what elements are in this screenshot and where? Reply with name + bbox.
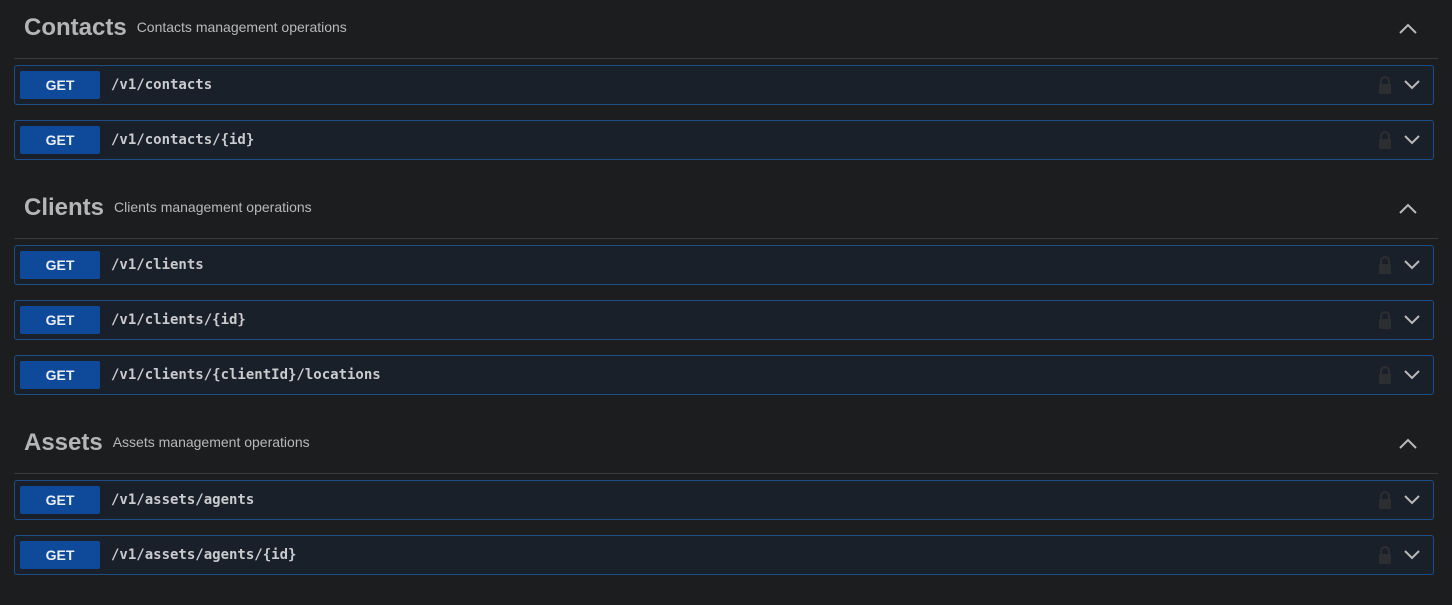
api-docs-page: Contacts Contacts management operations G…: [0, 0, 1452, 605]
section-description: Clients management operations: [114, 199, 312, 215]
section-contacts: Contacts Contacts management operations G…: [0, 0, 1452, 165]
method-badge: GET: [20, 361, 100, 389]
section-description: Contacts management operations: [136, 19, 347, 35]
chevron-up-icon[interactable]: [1398, 22, 1418, 36]
operation-get-contact-by-id[interactable]: GET /v1/contacts/{id}: [14, 120, 1434, 160]
section-title[interactable]: Clients: [24, 194, 104, 221]
lock-icon[interactable]: [1377, 310, 1393, 330]
section-title[interactable]: Assets: [24, 429, 103, 456]
method-badge: GET: [20, 486, 100, 514]
section-header-assets[interactable]: Assets Assets management operations: [14, 415, 1438, 474]
operation-path: /v1/assets/agents: [111, 492, 255, 508]
method-badge: GET: [20, 71, 100, 99]
lock-icon[interactable]: [1377, 365, 1393, 385]
method-badge: GET: [20, 251, 100, 279]
lock-icon[interactable]: [1377, 130, 1393, 150]
chevron-down-icon[interactable]: [1403, 77, 1421, 91]
chevron-down-icon[interactable]: [1403, 492, 1421, 506]
section-header-clients[interactable]: Clients Clients management operations: [14, 180, 1438, 239]
method-badge: GET: [20, 306, 100, 334]
section-header-contacts[interactable]: Contacts Contacts management operations: [14, 0, 1438, 59]
chevron-up-icon[interactable]: [1398, 437, 1418, 451]
lock-icon[interactable]: [1377, 75, 1393, 95]
chevron-down-icon[interactable]: [1403, 547, 1421, 561]
operation-path: /v1/contacts: [111, 77, 213, 93]
operation-get-agents[interactable]: GET /v1/assets/agents: [14, 480, 1434, 520]
section-clients: Clients Clients management operations GET…: [0, 180, 1452, 400]
operation-get-contacts[interactable]: GET /v1/contacts: [14, 65, 1434, 105]
operation-path: /v1/contacts/{id}: [111, 132, 255, 148]
operation-path: /v1/clients: [111, 257, 204, 273]
section-assets: Assets Assets management operations GET /…: [0, 415, 1452, 580]
section-description: Assets management operations: [112, 434, 310, 450]
operation-path: /v1/assets/agents/{id}: [111, 547, 297, 563]
chevron-down-icon[interactable]: [1403, 257, 1421, 271]
chevron-down-icon[interactable]: [1403, 312, 1421, 326]
operation-path: /v1/clients/{clientId}/locations: [111, 367, 381, 383]
operation-path: /v1/clients/{id}: [111, 312, 246, 328]
chevron-down-icon[interactable]: [1403, 367, 1421, 381]
lock-icon[interactable]: [1377, 545, 1393, 565]
method-badge: GET: [20, 126, 100, 154]
method-badge: GET: [20, 541, 100, 569]
operation-get-clients[interactable]: GET /v1/clients: [14, 245, 1434, 285]
chevron-down-icon[interactable]: [1403, 132, 1421, 146]
operation-get-client-by-id[interactable]: GET /v1/clients/{id}: [14, 300, 1434, 340]
section-title[interactable]: Contacts: [24, 14, 127, 41]
chevron-up-icon[interactable]: [1398, 202, 1418, 216]
lock-icon[interactable]: [1377, 490, 1393, 510]
operation-get-agent-by-id[interactable]: GET /v1/assets/agents/{id}: [14, 535, 1434, 575]
lock-icon[interactable]: [1377, 255, 1393, 275]
operation-get-client-locations[interactable]: GET /v1/clients/{clientId}/locations: [14, 355, 1434, 395]
